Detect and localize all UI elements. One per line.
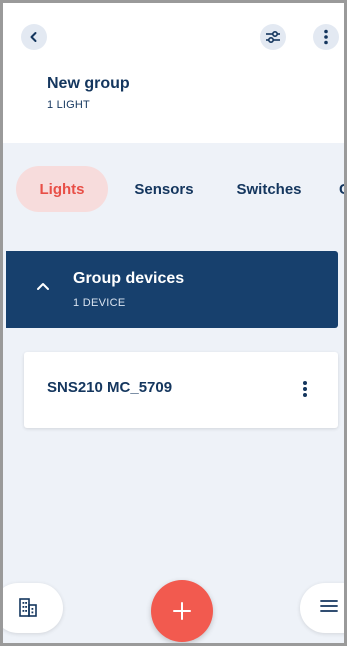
header: New group 1 LIGHT: [3, 3, 344, 143]
menu-icon: [320, 600, 338, 612]
page-title: New group: [47, 75, 130, 92]
app-screen: New group 1 LIGHT Lights Sensors Switche…: [0, 0, 347, 646]
back-button[interactable]: [21, 24, 47, 50]
vertical-dots-icon: [324, 29, 328, 45]
page-subtitle: 1 LIGHT: [47, 99, 90, 111]
tab-lights[interactable]: Lights: [16, 166, 108, 212]
group-devices-title: Group devices: [73, 270, 185, 287]
menu-button[interactable]: [300, 583, 344, 633]
device-name: SNS210 MC_5709: [47, 379, 173, 396]
category-tabs: Lights Sensors Switches C: [3, 166, 344, 214]
filter-button[interactable]: [260, 24, 286, 50]
tab-switches[interactable]: Switches: [225, 166, 313, 212]
group-devices-count: 1 DEVICE: [73, 297, 126, 309]
plus-icon: [173, 602, 191, 620]
chevron-left-icon: [30, 32, 37, 42]
building-icon: [19, 598, 37, 617]
add-button[interactable]: [151, 580, 213, 642]
vertical-dots-icon: [303, 381, 307, 397]
group-devices-header[interactable]: Group devices 1 DEVICE: [6, 251, 338, 328]
chevron-up-icon: [37, 283, 49, 290]
sites-button[interactable]: [3, 583, 63, 633]
more-options-button[interactable]: [313, 24, 339, 50]
device-options-button[interactable]: [298, 377, 312, 401]
device-list-item[interactable]: SNS210 MC_5709: [24, 352, 338, 428]
sliders-icon: [266, 30, 280, 44]
tab-overflow[interactable]: C: [339, 166, 344, 212]
tab-sensors[interactable]: Sensors: [119, 166, 209, 212]
